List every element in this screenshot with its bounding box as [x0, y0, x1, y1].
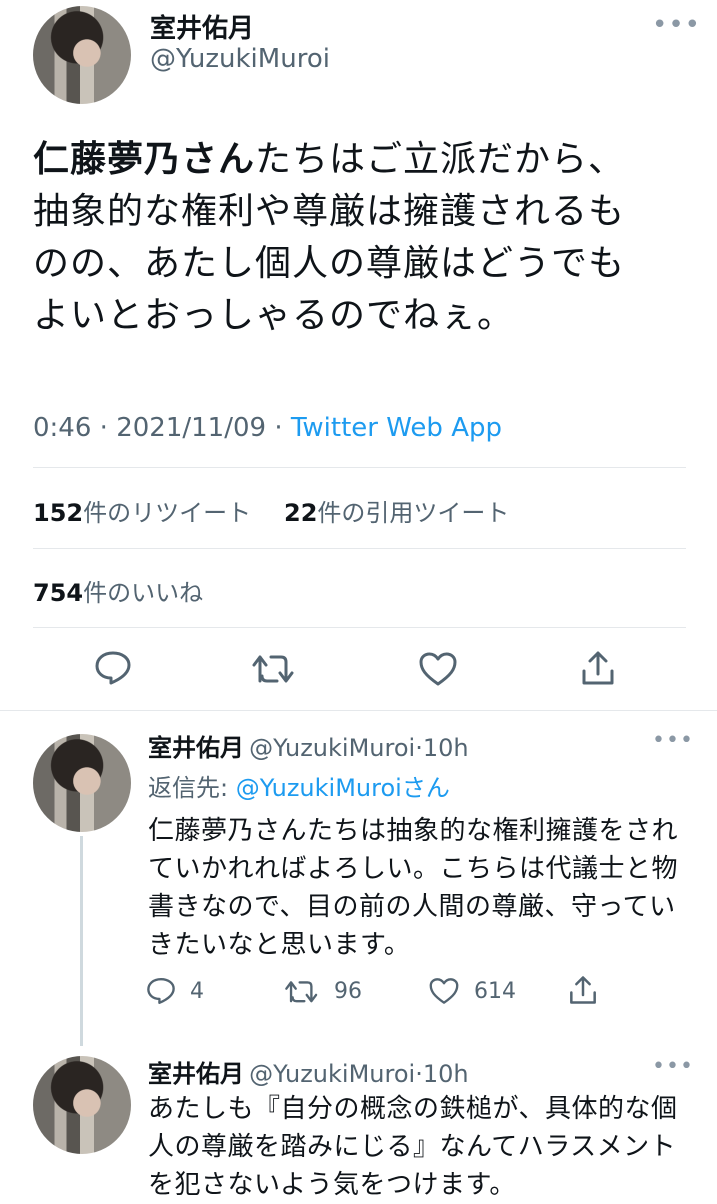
tweet-time[interactable]: 0:46	[33, 413, 91, 443]
main-author-handle[interactable]: @YuzukiMuroi	[150, 44, 330, 74]
reply-time[interactable]: 10h	[423, 1060, 469, 1088]
text-line-4: よいとおっしゃるのでねぇ。	[33, 295, 515, 336]
quotes-stat[interactable]: 22件の引用ツイート	[284, 493, 509, 528]
like-icon[interactable]	[418, 651, 458, 687]
likes-count: 754	[33, 579, 84, 607]
main-author-name[interactable]: 室井佑月	[150, 8, 254, 45]
text-line-2: 抽象的な権利や尊厳は擁護されるも	[33, 191, 626, 232]
reply-line-3: を犯さないよう気をつけます。	[148, 1170, 516, 1200]
reply-header: 室井佑月 @YuzukiMuroi·10h	[148, 728, 469, 763]
reply-more-icon[interactable]: •••	[652, 1054, 694, 1079]
reply-text: 仁藤夢乃さんたちは抽象的な権利擁護をされ ていかれればよろしい。こちらは代議士と…	[148, 812, 708, 964]
share-icon[interactable]	[580, 649, 616, 687]
tweet-timestamp: 0:46 · 2021/11/09 · Twitter Web App	[33, 413, 502, 443]
main-tweet-text: 仁藤夢乃さんたちはご立派だから、 抽象的な権利や尊厳は擁護されるも のの、あたし…	[33, 134, 703, 342]
divider	[33, 467, 686, 468]
reply-line-2: ていかれればよろしい。こちらは代議士と物	[148, 854, 679, 884]
divider	[33, 627, 686, 628]
separator: ·	[274, 413, 283, 443]
reply-retweet-button[interactable]: 96	[284, 977, 362, 1005]
separator: ·	[415, 734, 423, 762]
reply-reply-button[interactable]: 4	[146, 976, 204, 1006]
tweet-source-app[interactable]: Twitter Web App	[291, 413, 502, 443]
reply-icon[interactable]	[94, 650, 132, 686]
retweet-icon[interactable]	[251, 651, 297, 685]
reply-line-2: 人の尊厳を踏みにじる』なんてハラスメント	[148, 1132, 677, 1162]
likes-stat[interactable]: 754件のいいね	[33, 573, 203, 608]
retweets-label: 件のリツイート	[83, 499, 252, 527]
reply-author-name[interactable]: 室井佑月	[148, 1060, 244, 1088]
reply-count: 4	[190, 978, 204, 1004]
retweets-stat[interactable]: 152件のリツイート	[33, 493, 251, 528]
reply-more-icon[interactable]: •••	[652, 728, 694, 753]
like-icon	[428, 977, 460, 1005]
quotes-label: 件の引用ツイート	[317, 499, 510, 527]
reply-to: 返信先: @YuzukiMuroiさん	[148, 768, 450, 803]
main-avatar[interactable]	[33, 6, 131, 104]
thread-line	[80, 836, 83, 1046]
reply-like-button[interactable]: 614	[428, 977, 516, 1005]
reply-author-name[interactable]: 室井佑月	[148, 734, 244, 762]
quotes-count: 22	[284, 499, 318, 527]
reply-avatar[interactable]	[33, 1056, 131, 1154]
reply-to-label: 返信先:	[148, 774, 236, 802]
mention-name: 仁藤夢乃さん	[33, 139, 256, 180]
retweet-icon	[284, 977, 320, 1005]
tweet-date[interactable]: 2021/11/09	[116, 413, 266, 443]
reply-to-handle[interactable]: @YuzukiMuroi	[236, 774, 402, 802]
share-icon[interactable]	[568, 974, 598, 1006]
like-count: 614	[474, 978, 516, 1004]
text-line-1: たちはご立派だから、	[255, 139, 626, 180]
reply-icon	[146, 976, 176, 1006]
reply-text: あたしも『自分の概念の鉄槌が、具体的な個 人の尊厳を踏みにじる』なんてハラスメン…	[148, 1090, 708, 1204]
separator: ·	[99, 413, 108, 443]
reply-to-suffix: さん	[401, 774, 450, 802]
reply-line-3: 書きなので、目の前の人間の尊厳、守ってい	[148, 892, 676, 922]
reply-line-4: きたいなと思います。	[148, 930, 411, 960]
likes-label: 件のいいね	[83, 579, 204, 607]
reply-line-1: 仁藤夢乃さんたちは抽象的な権利擁護をされ	[148, 816, 679, 846]
reply-line-1: あたしも『自分の概念の鉄槌が、具体的な個	[148, 1094, 678, 1124]
retweets-count: 152	[33, 499, 84, 527]
reply-avatar[interactable]	[33, 734, 131, 832]
reply-time[interactable]: 10h	[423, 734, 469, 762]
separator: ·	[415, 1060, 423, 1088]
reply-header: 室井佑月 @YuzukiMuroi·10h	[148, 1054, 469, 1089]
text-line-3: のの、あたし個人の尊厳はどうでも	[33, 243, 626, 284]
reply-author-handle[interactable]: @YuzukiMuroi	[249, 1060, 415, 1088]
main-more-icon[interactable]: •••	[652, 10, 701, 40]
divider	[33, 548, 686, 549]
divider	[0, 710, 717, 711]
retweet-count: 96	[334, 978, 362, 1004]
reply-author-handle[interactable]: @YuzukiMuroi	[249, 734, 415, 762]
